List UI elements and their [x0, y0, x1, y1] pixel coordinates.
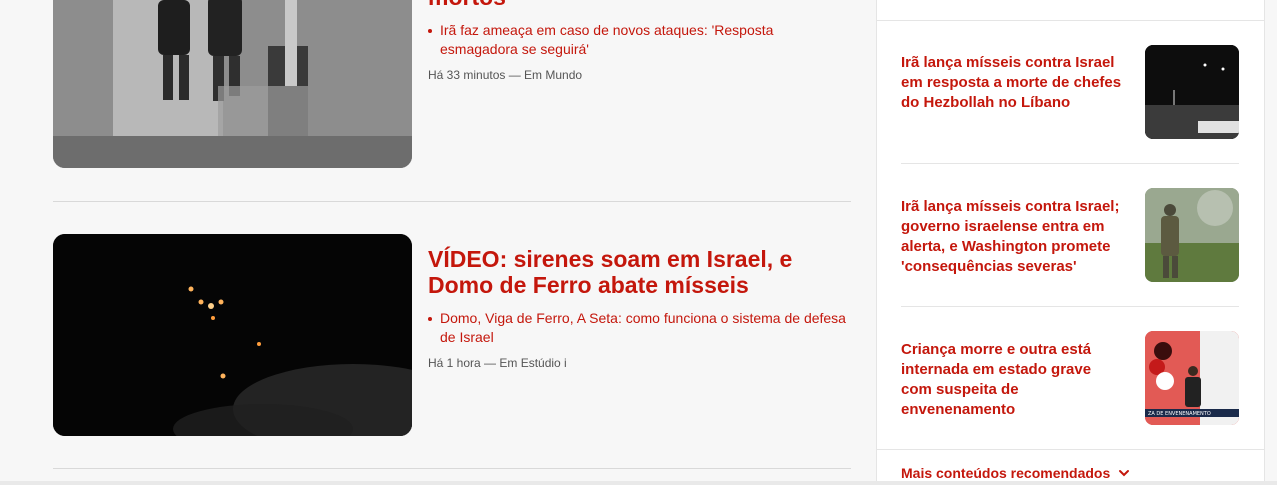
related-link-text[interactable]: Irã faz ameaça em caso de novos ataques:… [440, 21, 851, 59]
soldier-field-photo [1145, 188, 1239, 282]
feed-item-thumbnail[interactable] [53, 0, 412, 168]
security-camera-photo [53, 0, 412, 168]
recommended-item-title[interactable]: Irã lança mísseis contra Israel em respo… [901, 53, 1126, 113]
image-caption-text: ZA DE ENVENENAMENTO [1148, 411, 1211, 417]
feed-item-thumbnail[interactable] [53, 234, 412, 436]
recommended-item-image[interactable] [1145, 188, 1239, 282]
feed-item-related-link[interactable]: Domo, Viga de Ferro, A Seta: como funcio… [428, 309, 851, 347]
recommended-item-image[interactable]: ZA DE ENVENENAMENTO [1145, 331, 1239, 425]
recommended-divider [901, 306, 1239, 307]
chevron-down-icon[interactable] [1118, 467, 1130, 479]
recommended-item-image[interactable] [1145, 45, 1239, 139]
feed-item-meta: Há 33 minutos — Em Mundo [428, 68, 583, 82]
recommended-sidebar: Irã lança mísseis contra Israel em respo… [876, 0, 1265, 485]
sidebar-header-divider [877, 20, 1264, 21]
street-night-photo [1145, 45, 1239, 139]
page-bottom-edge [0, 481, 1277, 485]
related-link-text[interactable]: Domo, Viga de Ferro, A Seta: como funcio… [440, 309, 851, 347]
recommended-item[interactable]: Irã lança mísseis contra Israel; governo… [901, 188, 1239, 282]
recommended-item[interactable]: Criança morre e outra está internada em … [901, 331, 1239, 425]
sidebar-bottom-divider [877, 449, 1264, 450]
feed-divider [53, 201, 851, 202]
recommended-item-title[interactable]: Irã lança mísseis contra Israel; governo… [901, 197, 1126, 277]
recommended-divider [901, 163, 1239, 164]
night-sky-missiles-photo [53, 234, 412, 436]
feed-item-headline[interactable]: mortos [428, 0, 851, 10]
feed-item-meta: Há 1 hora — Em Estúdio i [428, 356, 567, 370]
more-recommended-button[interactable]: Mais conteúdos recomendados [901, 465, 1130, 481]
recommended-item[interactable]: Irã lança mísseis contra Israel em respo… [901, 45, 1239, 139]
bullet-icon [428, 317, 432, 321]
recommended-item-title[interactable]: Criança morre e outra está internada em … [901, 340, 1126, 420]
feed-item-headline[interactable]: VÍDEO: sirenes soam em Israel, e Domo de… [428, 246, 851, 298]
birthday-party-photo: ZA DE ENVENENAMENTO [1145, 331, 1239, 425]
more-recommended-label[interactable]: Mais conteúdos recomendados [901, 465, 1110, 481]
feed-divider [53, 468, 851, 469]
feed-item-related-link[interactable]: Irã faz ameaça em caso de novos ataques:… [428, 21, 851, 59]
bullet-icon [428, 29, 432, 33]
